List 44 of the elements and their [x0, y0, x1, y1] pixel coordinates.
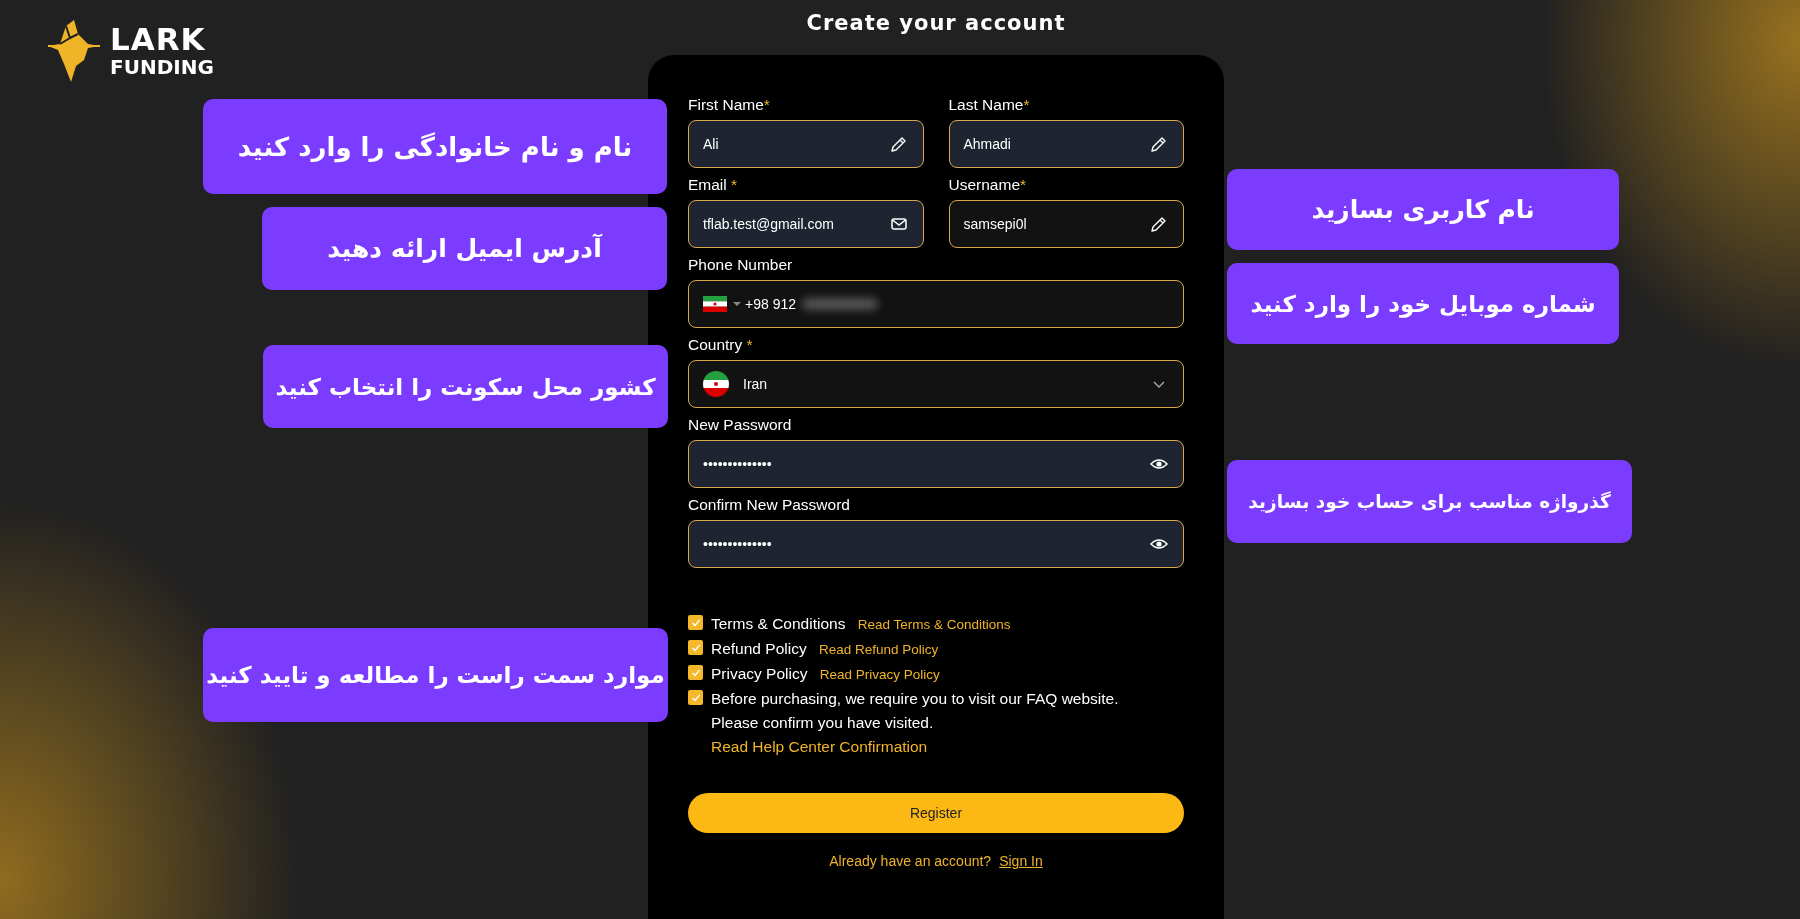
callout-label: شماره موبایل خود را وارد کنید — [1227, 263, 1619, 344]
policy-link[interactable]: Read Refund Policy — [818, 642, 939, 657]
callout-label: کشور محل سکونت را انتخاب کنید — [263, 345, 668, 428]
agreement-label: Terms & Conditions — [711, 615, 846, 632]
policy-link[interactable]: Read Help Center Confirmation — [711, 735, 928, 759]
policy-link[interactable]: Read Privacy Policy — [819, 667, 940, 682]
register-button[interactable]: Register — [688, 793, 1184, 833]
input-field[interactable]: Ali — [688, 120, 924, 168]
input-field[interactable]: samsepi0l — [948, 200, 1184, 248]
field-label: Last Name* — [948, 96, 1030, 114]
field-label: Email * — [688, 176, 738, 194]
logo-text: FUNDING — [110, 56, 214, 77]
agreement-label: Refund Policy — [711, 640, 807, 657]
field-label: First Name* — [688, 96, 770, 114]
input-field[interactable]: •••••••••••••• — [688, 520, 1184, 568]
input-field[interactable]: •••••••••••••• — [688, 440, 1184, 488]
agreement-label: Privacy Policy — [711, 665, 808, 682]
checkbox[interactable] — [688, 690, 703, 705]
logo-text: LARK — [110, 23, 207, 55]
agreement-label: Before purchasing, we require you to visit our FAQ website. Please confirm you have visited. — [711, 689, 1120, 733]
policy-link[interactable]: Read Terms & Conditions — [857, 617, 1011, 632]
checkbox[interactable] — [688, 665, 703, 680]
flag-icon — [703, 296, 727, 312]
callout-label: موارد سمت راست را مطالعه و تایید کنید — [203, 628, 668, 722]
checkbox[interactable] — [688, 640, 703, 655]
field-label: Phone Number — [688, 256, 793, 274]
field-label: Confirm New Password — [688, 496, 850, 514]
country-select[interactable]: Iran — [688, 360, 1184, 408]
callout-label: نام کاربری بسازید — [1227, 169, 1619, 250]
flag-icon — [703, 371, 729, 397]
input-field[interactable]: +98 912 — [688, 280, 1184, 328]
caret-icon — [733, 302, 741, 306]
signin-prompt: Already have an account? — [829, 853, 992, 869]
field-label: Username* — [948, 176, 1027, 194]
field-label: New Password — [688, 416, 792, 434]
input-field[interactable]: Ahmadi — [948, 120, 1184, 168]
callout-label: آدرس ایمیل ارائه دهید — [262, 207, 667, 290]
field-label: Country * — [688, 336, 753, 354]
checkbox[interactable] — [688, 615, 703, 630]
sign-in-link[interactable]: Sign In — [999, 853, 1043, 869]
input-field[interactable]: tflab.test@gmail.com — [688, 200, 924, 248]
page-title: Create your account — [806, 10, 1066, 36]
callout-label: گذرواژه مناسب برای حساب خود بسازید — [1227, 460, 1632, 543]
callout-label: نام و نام خانوادگی را وارد کنید — [203, 99, 667, 194]
